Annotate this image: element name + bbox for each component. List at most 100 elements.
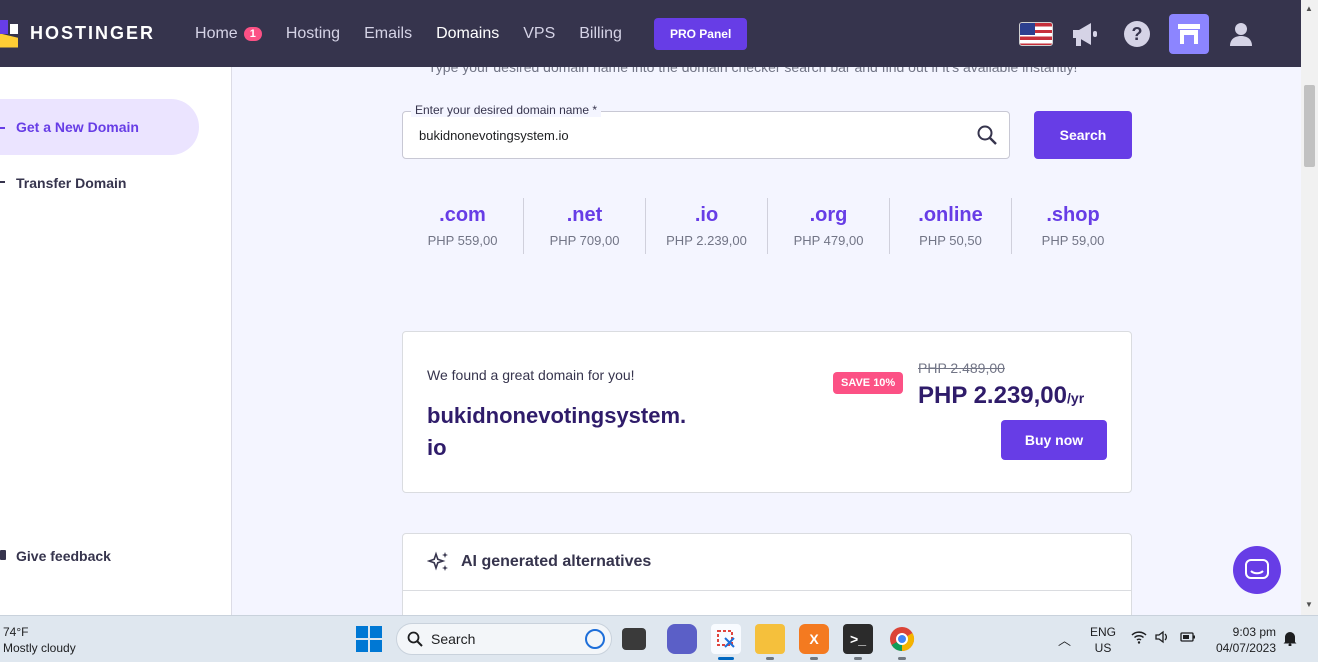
us-flag-icon[interactable] (1019, 21, 1053, 46)
windows-taskbar: 74°F Mostly cloudy Search X >_ ︿ ENG US … (0, 615, 1318, 662)
tld-item-org[interactable]: .org PHP 479,00 (768, 198, 890, 254)
give-feedback-link[interactable]: Give feedback (0, 528, 199, 584)
ai-alternatives-title: AI generated alternatives (461, 553, 652, 570)
domain-search-label: Enter your desired domain name * (411, 103, 602, 117)
tld-price: PHP 2.239,00 (666, 233, 747, 248)
file-explorer-icon[interactable] (755, 624, 785, 654)
main-content: Type your desired domain name into the d… (232, 67, 1301, 615)
snipping-tool-icon[interactable] (711, 624, 741, 654)
scroll-down-arrow-icon[interactable]: ▼ (1305, 600, 1313, 609)
sidebar-item-transfer-domain[interactable]: Transfer Domain (0, 155, 199, 211)
domain-result-card: We found a great domain for you! bukidno… (402, 331, 1132, 493)
result-domain-name: bukidnonevotingsystem.io (427, 403, 687, 460)
tld-item-io[interactable]: .io PHP 2.239,00 (646, 198, 768, 254)
nav-vps[interactable]: VPS (523, 25, 555, 43)
tld-item-com[interactable]: .com PHP 559,00 (402, 198, 524, 254)
weather-temp: 74°F (3, 625, 29, 639)
megaphone-icon[interactable] (1065, 14, 1105, 54)
tld-name: .net (566, 204, 603, 226)
tld-price-list: .com PHP 559,00 .net PHP 709,00 .io PHP … (402, 198, 1134, 254)
tld-price: PHP 709,00 (549, 233, 620, 248)
chat-support-button[interactable] (1233, 546, 1281, 594)
weather-desc: Mostly cloudy (3, 641, 76, 655)
tld-item-shop[interactable]: .shop PHP 59,00 (1012, 198, 1134, 254)
clock-date: 04/07/2023 (1215, 641, 1276, 655)
running-indicator (898, 657, 906, 660)
nav-home[interactable]: Home 1 (195, 25, 262, 43)
domain-search-input[interactable]: Enter your desired domain name * bukidno… (402, 103, 1010, 159)
hostinger-logo[interactable]: HOSTINGER (0, 0, 155, 67)
weather-widget[interactable]: 74°F Mostly cloudy (3, 624, 76, 656)
feedback-icon (0, 550, 6, 560)
chat-icon (1245, 559, 1269, 579)
sidebar: Get a New Domain Transfer Domain Give fe… (0, 67, 232, 615)
running-indicator (854, 657, 862, 660)
nav-right-actions: ? (1019, 0, 1261, 67)
hostinger-logo-icon (0, 19, 20, 48)
chevron-up-icon[interactable]: ︿ (1058, 630, 1071, 649)
pro-panel-button[interactable]: PRO Panel (653, 17, 748, 50)
volume-icon[interactable] (1155, 630, 1169, 647)
new-price-value: PHP 2.239,00 (918, 382, 1068, 409)
task-view-icon[interactable] (622, 628, 646, 650)
tld-name: .io (694, 204, 719, 226)
language-indicator[interactable]: ENG US (1090, 624, 1116, 656)
tld-price: PHP 50,50 (919, 233, 982, 248)
tld-name: .online (918, 204, 983, 226)
windows-start-icon[interactable] (356, 626, 382, 652)
xampp-icon[interactable]: X (799, 624, 829, 654)
sidebar-item-get-new-domain[interactable]: Get a New Domain (0, 99, 199, 155)
search-icon (407, 631, 423, 647)
notification-bell-icon[interactable] (1283, 630, 1297, 649)
ai-alternatives-header: AI generated alternatives (403, 534, 1131, 591)
search-button[interactable]: Search (1034, 111, 1132, 159)
nav-domains[interactable]: Domains (436, 25, 499, 43)
buy-now-button[interactable]: Buy now (1001, 420, 1107, 460)
wifi-icon[interactable] (1131, 630, 1147, 647)
result-found-text: We found a great domain for you! (427, 367, 635, 383)
active-app-indicator (718, 657, 734, 660)
teams-chat-icon[interactable] (667, 624, 697, 654)
nav-emails[interactable]: Emails (364, 25, 412, 43)
tld-item-online[interactable]: .online PHP 50,50 (890, 198, 1012, 254)
store-icon[interactable] (1169, 13, 1209, 54)
chrome-icon[interactable] (887, 624, 917, 654)
nav-hosting[interactable]: Hosting (286, 25, 340, 43)
save-badge: SAVE 10% (833, 372, 904, 394)
page-scrollbar[interactable]: ▲ ▼ (1301, 0, 1318, 615)
tld-price: PHP 479,00 (793, 233, 864, 248)
tld-item-net[interactable]: .net PHP 709,00 (524, 198, 646, 254)
tld-price: PHP 59,00 (1041, 233, 1105, 248)
transfer-icon (0, 181, 5, 183)
feedback-label: Give feedback (16, 548, 111, 564)
sidebar-item-label: Transfer Domain (16, 175, 127, 191)
nav-home-label: Home (195, 24, 238, 42)
scroll-thumb[interactable] (1304, 85, 1315, 167)
svg-text:?: ? (1132, 24, 1143, 44)
bing-icon (585, 629, 605, 649)
price-period: /yr (1067, 390, 1085, 406)
sparkles-icon (427, 551, 448, 571)
old-price: PHP 2.489,00 (918, 360, 1005, 376)
search-instructions: Type your desired domain name into the d… (428, 67, 1078, 75)
sidebar-item-label: Get a New Domain (16, 119, 139, 135)
clock-time: 9:03 pm (1232, 625, 1276, 639)
domain-search-value[interactable]: bukidnonevotingsystem.io (419, 128, 569, 143)
main-nav: Home 1 Hosting Emails Domains VPS Billin… (195, 17, 748, 50)
taskbar-search-label: Search (431, 631, 476, 647)
ai-alternatives-card: AI generated alternatives (402, 533, 1132, 615)
taskbar-search[interactable]: Search (396, 623, 612, 655)
scroll-up-arrow-icon[interactable]: ▲ (1305, 4, 1313, 13)
tld-name: .com (439, 204, 486, 226)
running-indicator (766, 657, 774, 660)
terminal-icon[interactable]: >_ (843, 624, 873, 654)
system-clock[interactable]: 9:03 pm 04/07/2023 (1210, 624, 1276, 656)
nav-billing[interactable]: Billing (579, 25, 622, 43)
battery-icon[interactable] (1180, 631, 1196, 646)
user-icon[interactable] (1221, 14, 1261, 54)
help-icon[interactable]: ? (1117, 14, 1157, 54)
new-price: PHP 2.239,00/yr (918, 382, 1084, 410)
top-navigation: HOSTINGER Home 1 Hosting Emails Domains … (0, 0, 1301, 67)
search-icon[interactable] (977, 125, 997, 150)
brand-name: HOSTINGER (30, 23, 156, 43)
